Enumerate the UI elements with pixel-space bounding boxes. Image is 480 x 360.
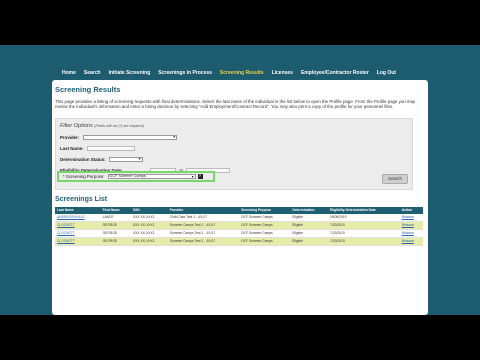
cell-first: GEORGE [100, 229, 131, 239]
provider-label: Provider: [60, 134, 80, 140]
nav-item-licenses[interactable]: Licenses [268, 70, 297, 76]
cell-first: LANCE [100, 213, 131, 223]
column-header-action[interactable]: Action [399, 206, 423, 214]
cell-ssn: XXX-XX-XXX1 [130, 213, 168, 223]
column-header-eligibility-determination-date[interactable]: Eligibility Determination Date [328, 206, 400, 214]
cell-determination: Eligible [290, 229, 329, 239]
cell-determination: Eligible [290, 237, 329, 247]
release-link[interactable]: Release [399, 213, 423, 223]
column-header-determination[interactable]: Determination [290, 206, 329, 214]
cell-date: 09/09/2019 [328, 213, 400, 223]
chevron-down-icon: ▾ [138, 156, 141, 162]
search-button[interactable]: Search [382, 173, 408, 184]
screening-purpose-value: DCF Summer Camps [109, 174, 146, 179]
column-header-provider[interactable]: Provider [167, 206, 240, 214]
release-link[interactable]: Release [399, 237, 423, 247]
cell-first: GEORGE [100, 237, 131, 247]
cell-provider: Summer Camps Test 1 - 4/1/17 [167, 221, 240, 231]
cell-provider: Summer Camps Test 1 - 4/1/17 [167, 229, 240, 239]
chevron-down-icon: ▾ [173, 134, 176, 140]
column-header-last-name[interactable]: Last Name [55, 206, 101, 214]
screening-purpose-row: * Screening Purpose: DCF Summer Camps ▾ … [57, 170, 215, 182]
cell-provider: Summer Camps Test 1 - 4/1/17 [167, 237, 240, 247]
filter-options-box: Filter Options (Fields with an (*) are r… [55, 117, 413, 190]
cell-first: GEORGE [100, 221, 131, 231]
cell-ssn: XXX-XX-XXX1 [130, 229, 168, 239]
nav-item-screening-results[interactable]: Screening Results [216, 70, 268, 76]
screenings-table: Last Name First Name SSN Provider Screening … [55, 206, 423, 247]
app-window: Home Search Initiate Screening Screenings i… [0, 45, 480, 315]
cell-provider: Child Care Test 1 - 4/1/17 [167, 213, 240, 223]
cell-date: 7/23/2019 [328, 237, 400, 247]
top-navigation: Home Search Initiate Screening Screenings i… [52, 67, 428, 79]
cell-date: 7/23/2019 [328, 229, 400, 239]
screening-purpose-label: * Screening Purpose: [63, 173, 105, 179]
determination-status-label: Determination Status: [60, 156, 106, 162]
filter-title: Filter Options (Fields with an (*) are r… [60, 123, 408, 129]
last-name-field[interactable] [86, 145, 135, 151]
release-link[interactable]: Release [399, 229, 423, 239]
column-header-screening-purpose[interactable]: Screening Purpose [239, 206, 291, 214]
table-row: ANDERSONVILLE LANCE XXX-XX-XXX1 Child Care … [55, 213, 423, 223]
chevron-down-icon: ▾ [191, 174, 194, 179]
page-title: Screening Results [55, 85, 121, 94]
main-panel: Screening Results This page provides a l… [52, 80, 428, 315]
release-link[interactable]: Release [399, 221, 423, 231]
screenings-list-title: Screenings List [55, 195, 108, 203]
provider-row: Provider: ▾ [60, 132, 408, 143]
determination-status-select[interactable]: ▾ [108, 156, 143, 162]
last-name-link[interactable]: CLOCKETT [55, 221, 101, 231]
table-row: CLOCKETT GEORGE XXX-XX-XXX1 Summer Camps Te… [55, 221, 423, 231]
filter-title-text: Filter Options [60, 122, 93, 129]
nav-item-initiate-screening[interactable]: Initiate Screening [105, 70, 155, 76]
nav-item-log-out[interactable]: Log Out [373, 70, 400, 76]
provider-select[interactable]: ▾ [83, 134, 178, 140]
nav-item-search[interactable]: Search [80, 70, 105, 76]
last-name-link[interactable]: CLOCKETT [55, 229, 101, 239]
last-name-label: Last Name: [60, 145, 84, 151]
help-icon[interactable]: ? [197, 173, 203, 179]
nav-item-screenings-in-process[interactable]: Screenings in Process [154, 70, 216, 76]
nav-item-employee-contractor-roster[interactable]: Employee/Contractor Roster [297, 70, 373, 76]
cell-purpose: DCF Summer Camps [239, 229, 291, 239]
table-header-row: Last Name First Name SSN Provider Screening … [55, 206, 423, 214]
cell-determination: Eligible [290, 221, 329, 231]
last-name-link[interactable]: CLOCKETT [55, 237, 101, 247]
last-name-row: Last Name: [60, 143, 408, 154]
table-row: CLOCKETT GEORGE XXX-XX-XXX1 Summer Camps Te… [55, 229, 423, 239]
determination-status-row: Determination Status: ▾ [60, 154, 408, 165]
cell-date: 7/23/2019 [328, 221, 400, 231]
cell-purpose: DCF Summer Camps [239, 221, 291, 231]
table-row: CLOCKETT GEORGE XXX-XX-XXX1 Summer Camps Te… [55, 237, 423, 247]
required-note: (Fields with an (*) are required) [94, 123, 144, 128]
column-header-ssn[interactable]: SSN [130, 206, 168, 214]
column-header-first-name[interactable]: First Name [100, 206, 131, 214]
cell-ssn: XXX-XX-XXX1 [130, 237, 168, 247]
nav-item-home[interactable]: Home [58, 70, 80, 76]
cell-ssn: XXX-XX-XXX1 [130, 221, 168, 231]
screening-purpose-select[interactable]: DCF Summer Camps ▾ [107, 173, 196, 179]
cell-purpose: DCF Summer Camps [239, 213, 291, 223]
cell-determination: Eligible [290, 213, 329, 223]
last-name-link[interactable]: ANDERSONVILLE [55, 213, 101, 223]
cell-purpose: DCF Summer Camps [239, 237, 291, 247]
page-intro: This page provides a listing of screenin… [55, 99, 416, 110]
